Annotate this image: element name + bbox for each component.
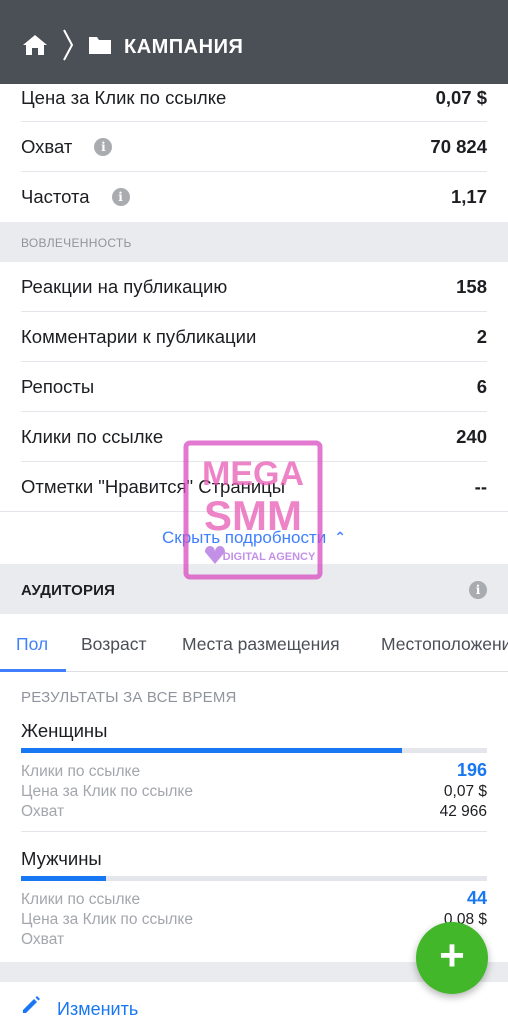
- info-icon[interactable]: i: [111, 188, 130, 206]
- gender-group-title: Мужчины: [21, 848, 102, 869]
- stat-line: Клики по ссылке 44: [21, 888, 487, 911]
- metric-value: 158: [456, 276, 487, 297]
- tab-age[interactable]: Возраст: [81, 634, 146, 655]
- metric-row: Частота i 1,17: [0, 172, 508, 222]
- results-label: РЕЗУЛЬТАТЫ ЗА ВСЕ ВРЕМЯ: [21, 689, 237, 706]
- breadcrumb-chevron-icon: [62, 28, 74, 67]
- metric-value: 2: [476, 326, 487, 347]
- stat-value: 0,07 $: [443, 783, 487, 800]
- tab-gender[interactable]: Пол: [16, 634, 48, 655]
- stat-label: Цена за Клик по ссылке: [21, 783, 194, 800]
- stat-value: 42 966: [439, 803, 487, 820]
- app-header: КАМПАНИЯ: [0, 0, 508, 84]
- plus-icon: +: [439, 931, 465, 980]
- stat-value: 44: [466, 888, 487, 908]
- info-icon[interactable]: i: [94, 138, 113, 156]
- metric-label: Цена за Клик по ссылке: [21, 87, 227, 108]
- metric-value: 70 824: [430, 136, 487, 157]
- stat-label: Клики по ссылке: [21, 891, 141, 908]
- metric-label: Комментарии к публикации: [21, 326, 257, 347]
- engagement-row: Репосты 6: [0, 362, 508, 412]
- tab-location[interactable]: Местоположение: [381, 634, 508, 655]
- svg-text:SMM: SMM: [204, 492, 302, 539]
- stat-label: Цена за Клик по ссылке: [21, 911, 194, 928]
- page-title[interactable]: КАМПАНИЯ: [124, 36, 243, 59]
- stat-label: Клики по ссылке: [21, 763, 141, 780]
- metric-row: Охват i 70 824: [0, 122, 508, 172]
- folder-icon[interactable]: [88, 35, 112, 60]
- breadcrumb: КАМПАНИЯ: [22, 28, 243, 67]
- share-bar-fill: [21, 876, 107, 881]
- svg-text:MEGA: MEGA: [202, 455, 304, 493]
- gender-group-title: Женщины: [21, 720, 108, 741]
- svg-text:DIGITAL AGENCY: DIGITAL AGENCY: [223, 551, 316, 563]
- stat-line: Клики по ссылке 196: [21, 760, 487, 783]
- stat-line: Цена за Клик по ссылке 0,07 $: [21, 783, 487, 803]
- audience-tabs: Пол Возраст Места размещения Местоположе…: [0, 614, 508, 672]
- section-label: ВОВЛЕЧЕННОСТЬ: [21, 236, 132, 250]
- metric-value: 240: [456, 426, 487, 447]
- section-title: АУДИТОРИЯ: [21, 582, 116, 599]
- stat-label: Охват: [21, 803, 65, 820]
- metric-value: --: [474, 476, 487, 497]
- metric-label: Клики по ссылке: [21, 426, 164, 447]
- share-bar-fill: [21, 748, 402, 753]
- engagement-row: Реакции на публикацию 158: [0, 262, 508, 312]
- active-tab-indicator: [0, 669, 66, 672]
- metric-label: Частота i: [21, 186, 130, 208]
- share-bar: [21, 876, 487, 881]
- metric-value: 0,07 $: [435, 87, 487, 108]
- stat-line: Охват 42 966: [21, 803, 487, 823]
- stat-value: 196: [456, 760, 487, 780]
- metric-label: Реакции на публикацию: [21, 276, 228, 297]
- metric-value: 6: [476, 376, 487, 397]
- info-icon[interactable]: i: [469, 581, 487, 599]
- divider: [21, 831, 487, 832]
- engagement-row: Комментарии к публикации 2: [0, 312, 508, 362]
- mega-smm-watermark-logo: MEGA SMM DIGITAL AGENCY: [183, 440, 323, 580]
- chevron-up-icon: ⌃: [334, 529, 346, 545]
- edit-label: Изменить: [57, 999, 139, 1019]
- pencil-icon: [20, 994, 42, 1021]
- metric-row: Цена за Клик по ссылке 0,07 $: [0, 84, 508, 122]
- metric-value: 1,17: [450, 186, 487, 207]
- add-button[interactable]: +: [416, 922, 488, 994]
- metric-label: Репосты: [21, 376, 95, 397]
- home-icon[interactable]: [22, 33, 48, 62]
- metric-label: Охват i: [21, 136, 113, 158]
- stat-label: Охват: [21, 931, 65, 948]
- section-header-engagement: ВОВЛЕЧЕННОСТЬ: [0, 222, 508, 262]
- tab-placements[interactable]: Места размещения: [182, 634, 340, 655]
- share-bar: [21, 748, 487, 753]
